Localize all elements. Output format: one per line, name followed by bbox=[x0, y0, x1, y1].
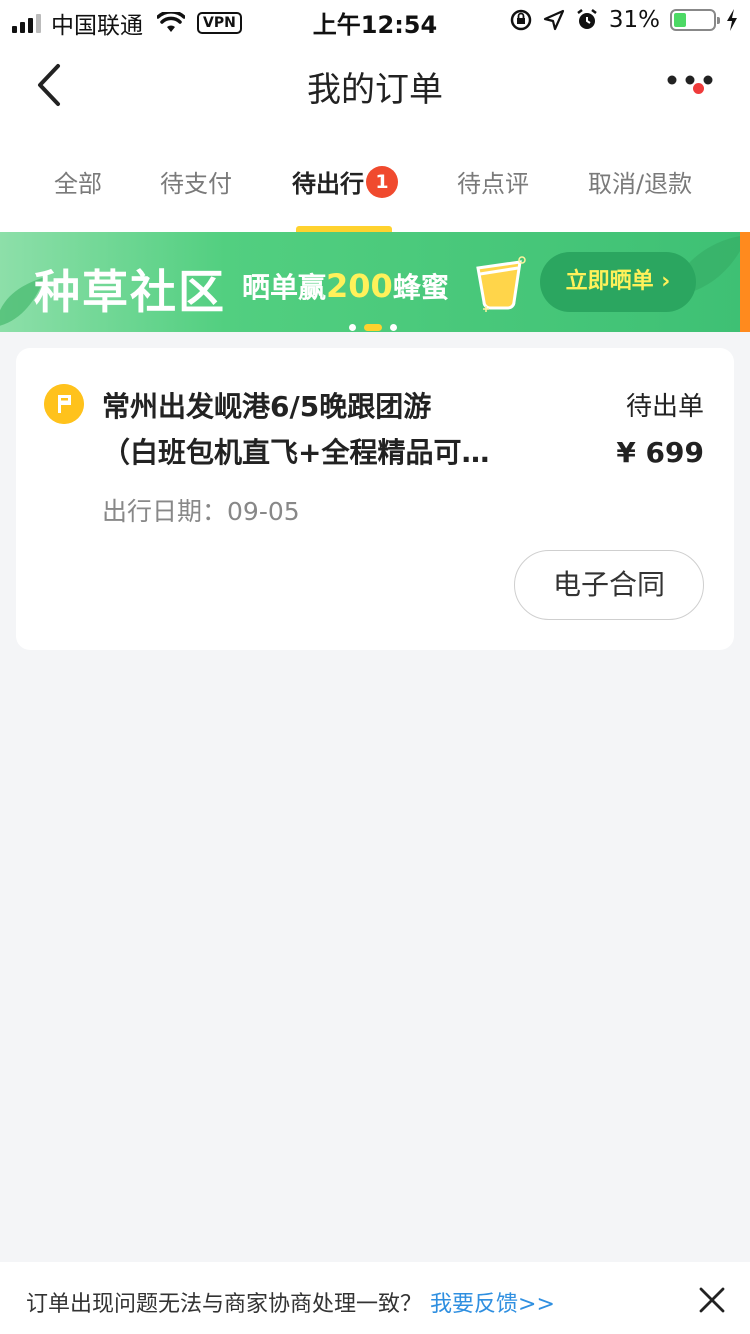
banner-subtitle: 晒单赢200蜂蜜 bbox=[242, 266, 449, 306]
wifi-icon bbox=[157, 12, 185, 32]
status-bar: 中国联通 VPN 上午12:54 31% bbox=[0, 0, 750, 40]
banner-title: 种草社区 bbox=[34, 265, 226, 319]
vpn-indicator: VPN bbox=[197, 12, 242, 34]
battery-percent: 31% bbox=[608, 7, 660, 33]
close-icon[interactable] bbox=[698, 1286, 726, 1314]
tab-all[interactable]: 全部 bbox=[54, 164, 102, 199]
notification-dot bbox=[693, 83, 704, 94]
share-order-button[interactable]: 立即晒单 › bbox=[540, 252, 696, 312]
rotation-lock-icon bbox=[510, 9, 532, 31]
travel-date-value: 09-05 bbox=[227, 497, 300, 526]
tour-flag-icon bbox=[44, 384, 84, 424]
location-arrow-icon bbox=[543, 9, 564, 31]
page-title: 我的订单 bbox=[307, 70, 443, 110]
order-price: ¥ 699 bbox=[616, 436, 704, 469]
order-title-line1: 常州出发岘港6/5晚跟团游 bbox=[102, 390, 432, 423]
travel-date-label: 出行日期： bbox=[102, 497, 228, 526]
alarm-icon bbox=[577, 9, 597, 29]
banner-sub-prefix: 晒单赢 bbox=[242, 271, 327, 304]
order-title: 常州出发岘港6/5晚跟团游 （白班包机直飞+全程精品可… bbox=[102, 384, 572, 476]
carousel-dots bbox=[349, 324, 397, 331]
signal-icon bbox=[12, 13, 41, 33]
feedback-bar: 订单出现问题无法与商家协商处理一致？ 我要反馈>> bbox=[0, 1262, 750, 1334]
tab-cancel-refund[interactable]: 取消/退款 bbox=[588, 164, 692, 199]
honey-jar-icon bbox=[476, 256, 526, 312]
tab-count-badge: 1 bbox=[366, 166, 398, 198]
more-menu-icon[interactable] bbox=[666, 68, 714, 98]
banner-sub-suffix: 蜂蜜 bbox=[392, 271, 449, 304]
order-card[interactable]: 常州出发岘港6/5晚跟团游 （白班包机直飞+全程精品可… 待出单 ¥ 699 出… bbox=[16, 348, 734, 650]
promo-banner[interactable]: 种草社区 晒单赢200蜂蜜 立即晒单 › bbox=[0, 232, 750, 332]
feedback-message: 订单出现问题无法与商家协商处理一致？ bbox=[26, 1292, 423, 1317]
tab-pending-travel[interactable]: 待出行 bbox=[292, 164, 364, 199]
battery-icon bbox=[670, 9, 720, 31]
carrier-name: 中国联通 bbox=[51, 13, 143, 39]
e-contract-button[interactable]: 电子合同 bbox=[514, 550, 704, 620]
feedback-text: 订单出现问题无法与商家协商处理一致？ 我要反馈>> bbox=[26, 1286, 555, 1318]
nav-bar: 我的订单 bbox=[0, 40, 750, 128]
feedback-link[interactable]: 我要反馈>> bbox=[430, 1292, 555, 1317]
order-tabs: 全部 待支付 待出行 1 待点评 取消/退款 bbox=[0, 128, 750, 232]
tab-pending-payment[interactable]: 待支付 bbox=[160, 164, 232, 199]
tab-pending-review[interactable]: 待点评 bbox=[457, 164, 529, 199]
banner-edge bbox=[740, 232, 750, 332]
charging-bolt-icon bbox=[727, 9, 737, 31]
order-title-line2: （白班包机直飞+全程精品可… bbox=[102, 436, 490, 469]
travel-date: 出行日期：09-05 bbox=[102, 492, 300, 528]
banner-sub-number: 200 bbox=[326, 267, 393, 305]
order-status: 待出单 bbox=[625, 392, 704, 422]
